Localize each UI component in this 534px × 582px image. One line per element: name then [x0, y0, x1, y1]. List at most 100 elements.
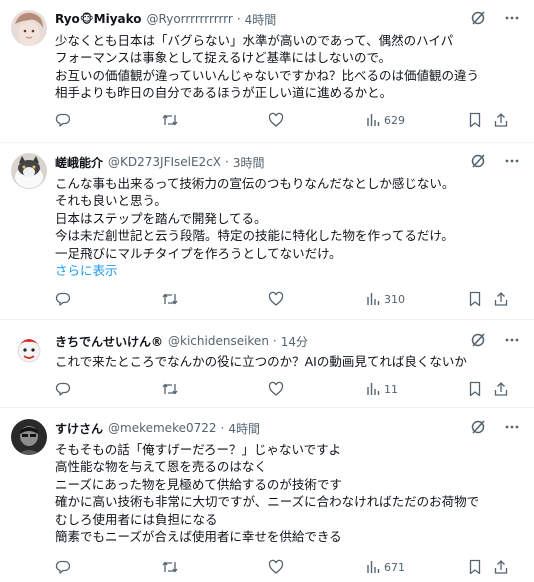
user-handle[interactable]: @KD273JFIselE2cX	[108, 155, 221, 169]
grok-icon[interactable]	[470, 10, 486, 26]
post-text: そもそもの話「俺すげーだろー？」じゃないですよ 高性能な物を与えて恩を売るのはな…	[55, 441, 522, 545]
action-bar: 671	[55, 559, 522, 577]
reply-button[interactable]	[55, 112, 71, 128]
like-icon	[268, 291, 284, 306]
more-icon[interactable]	[504, 332, 520, 348]
repost-icon	[162, 114, 178, 126]
post[interactable]: Ryo🐵Miyako @Ryorrrrrrrrrrr · 4時間 少なくとも日本…	[0, 0, 534, 143]
post-text-line: 日本はステップを踏んで開発してる。	[55, 210, 267, 226]
post-text-line: こんな事も出来るって技術力の宣伝のつもりなんだなとしか感じない。	[55, 176, 455, 191]
display-name[interactable]: 嵯峨能介	[55, 154, 103, 171]
bookmark-button[interactable]	[468, 381, 482, 397]
share-icon	[494, 113, 508, 127]
separator-dot: ·	[272, 334, 277, 348]
avatar[interactable]	[11, 419, 47, 455]
timestamp[interactable]: 3時間	[233, 154, 265, 171]
view-count: 310	[384, 292, 405, 306]
avatar[interactable]	[11, 10, 47, 46]
post-text: 少なくとも日本は「バグらない」水準が高いのであって、偶然のハイパ フォーマンスは…	[55, 32, 522, 102]
share-button[interactable]	[493, 291, 509, 307]
show-more-link[interactable]: さらに表示	[55, 262, 522, 279]
user-handle[interactable]: @kichidenseiken	[168, 334, 269, 348]
share-button[interactable]	[493, 112, 509, 128]
views-button[interactable]: 629	[366, 112, 405, 128]
like-button[interactable]	[268, 291, 284, 307]
views-icon	[367, 383, 380, 395]
share-icon	[494, 292, 508, 306]
like-button[interactable]	[268, 381, 284, 397]
post-text-line: 相手よりも昨日の自分であるほうが正しい道に進めるかと。	[55, 85, 393, 101]
reply-button[interactable]	[55, 381, 71, 397]
action-bar: 629	[55, 112, 522, 130]
timestamp[interactable]: 14分	[281, 333, 308, 350]
post[interactable]: 嵯峨能介 @KD273JFIselE2cX · 3時間 こんな事も出来るって技術…	[0, 143, 534, 320]
reply-icon	[55, 292, 71, 306]
timestamp[interactable]: 4時間	[245, 11, 277, 28]
like-icon	[268, 559, 284, 574]
post-text-line: 一足飛びにマルチタイプを作ろうとしてないだけ。	[55, 245, 342, 261]
more-icon[interactable]	[504, 10, 520, 26]
grok-icon[interactable]	[470, 332, 486, 348]
like-icon	[268, 112, 284, 127]
repost-icon	[162, 561, 178, 573]
reply-icon	[55, 382, 71, 396]
reply-button[interactable]	[55, 291, 71, 307]
avatar-image-icon	[11, 332, 47, 368]
views-button[interactable]: 671	[366, 559, 405, 575]
post-text: これで来たところでなんかの役に立つのか？AIの動画見てれば良くないか	[55, 353, 522, 370]
action-bar: 11	[55, 381, 522, 399]
post-text-line: それも良いと思う。	[55, 193, 167, 209]
post-text-line: そもそもの話「俺すげーだろー？」じゃないですよ	[55, 442, 342, 457]
display-name[interactable]: Ryo🐵Miyako	[55, 12, 142, 26]
bookmark-icon	[469, 559, 481, 575]
views-icon	[367, 561, 380, 573]
repost-button[interactable]	[161, 381, 179, 397]
reply-button[interactable]	[55, 559, 71, 575]
bookmark-button[interactable]	[468, 291, 482, 307]
like-button[interactable]	[268, 112, 284, 128]
post[interactable]: すけさん @mekemeke0722 · 4時間 そもそもの話「俺すげーだろー？…	[0, 408, 534, 582]
bookmark-button[interactable]	[468, 112, 482, 128]
share-button[interactable]	[493, 559, 509, 575]
repost-button[interactable]	[161, 291, 179, 307]
reply-icon	[55, 560, 71, 574]
avatar-image-icon	[11, 153, 47, 189]
avatar-image-icon	[11, 10, 47, 46]
view-count: 11	[384, 382, 398, 396]
views-button[interactable]: 11	[366, 381, 398, 397]
display-name[interactable]: すけさん	[55, 420, 103, 437]
like-button[interactable]	[268, 559, 284, 575]
repost-button[interactable]	[161, 559, 179, 575]
post-text-line: ニーズにあった物を見極めて供給するのが技術です	[55, 476, 342, 492]
grok-icon[interactable]	[470, 419, 486, 435]
view-count: 629	[384, 113, 405, 127]
display-name[interactable]: きちでんせいけん®	[55, 333, 163, 350]
post-text-line: これで来たところでなんかの役に立つのか？AIの動画見てれば良くないか	[55, 354, 467, 369]
timestamp[interactable]: 4時間	[228, 420, 260, 437]
avatar[interactable]	[11, 153, 47, 189]
view-count: 671	[384, 560, 405, 574]
more-icon[interactable]	[504, 153, 520, 169]
separator-dot: ·	[225, 155, 229, 169]
share-icon	[494, 560, 508, 574]
post-text-line: フォーマンスは事象として捉えるけど基準にはしないので。	[55, 50, 392, 66]
post[interactable]: きちでんせいけん® @kichidenseiken · 14分 これで来たところ…	[0, 320, 534, 408]
avatar[interactable]	[11, 332, 47, 368]
repost-icon	[162, 293, 178, 305]
post-text: こんな事も出来るって技術力の宣伝のつもりなんだなとしか感じない。 それも良いと思…	[55, 175, 522, 279]
post-text-line: 高性能な物を与えて恩を売るのはなく	[55, 459, 267, 475]
user-handle[interactable]: @Ryorrrrrrrrrrr	[147, 12, 233, 26]
views-button[interactable]: 310	[366, 291, 405, 307]
bookmark-icon	[469, 381, 481, 397]
grok-icon[interactable]	[470, 153, 486, 169]
user-handle[interactable]: @mekemeke0722	[108, 421, 217, 435]
share-button[interactable]	[493, 381, 509, 397]
more-icon[interactable]	[504, 419, 520, 435]
repost-button[interactable]	[161, 112, 179, 128]
repost-icon	[162, 383, 178, 395]
post-text-line: 簡素でもニーズが合えば使用者に幸せを供給できる	[55, 529, 342, 545]
share-icon	[494, 382, 508, 396]
reply-feed: Ryo🐵Miyako @Ryorrrrrrrrrrr · 4時間 少なくとも日本…	[0, 0, 534, 582]
bookmark-button[interactable]	[468, 559, 482, 575]
like-icon	[268, 381, 284, 396]
